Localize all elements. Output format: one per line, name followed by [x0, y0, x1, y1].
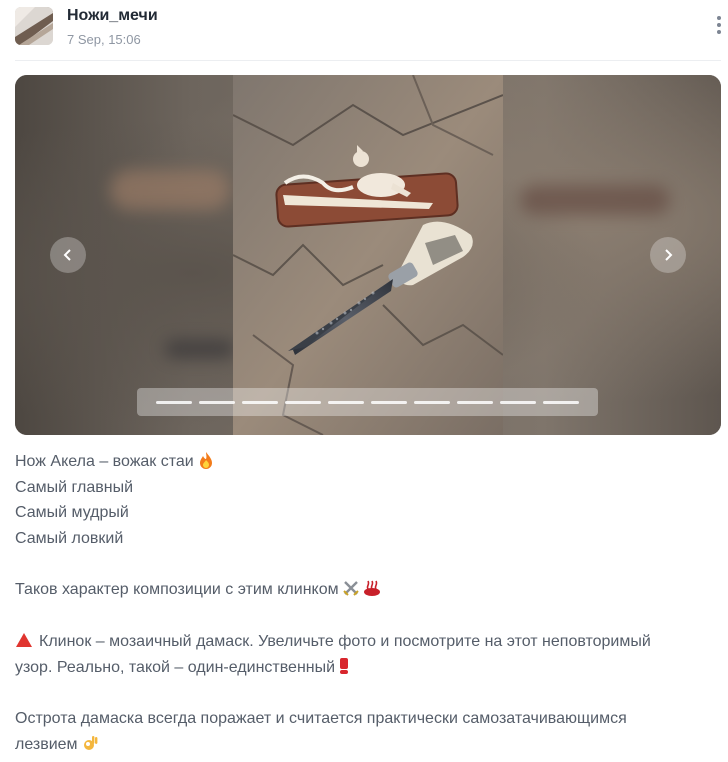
gallery-dot[interactable]: [199, 400, 235, 404]
post-time[interactable]: 7 Sep, 15:06: [67, 32, 141, 47]
chevron-right-icon: [665, 249, 673, 261]
chevron-left-icon: [63, 249, 71, 261]
gallery-dot[interactable]: [371, 400, 407, 404]
post-line: Нож Акела – вожак стаи: [15, 449, 715, 475]
author-name[interactable]: Ножи_мечи: [67, 7, 158, 25]
post-line: лезвием: [15, 732, 715, 758]
blur-shape: [165, 340, 235, 358]
gallery-dot[interactable]: [457, 400, 493, 404]
knife-photo-image: [233, 75, 503, 435]
hot-springs-icon: [363, 581, 380, 597]
fire-icon: [199, 452, 212, 469]
gallery-dot[interactable]: [500, 400, 536, 404]
avatar-image: [15, 7, 53, 45]
post-body: Нож Акела – вожак стаи Самый главный Сам…: [15, 449, 715, 757]
gallery-dot[interactable]: [156, 400, 192, 404]
red-triangle-icon: [16, 632, 32, 647]
crossed-swords-icon: [342, 581, 359, 597]
post-line: Клинок – мозаичный дамаск. Увеличьте фот…: [15, 629, 715, 655]
photo-gallery[interactable]: [15, 75, 721, 435]
gallery-photo[interactable]: [233, 75, 503, 435]
gallery-prev-button[interactable]: [50, 237, 86, 273]
exclamation-icon: [340, 657, 349, 674]
header-divider: [15, 60, 721, 61]
post-line: Таков характер композиции с этим клинком: [15, 577, 715, 603]
ok-hand-icon: [83, 735, 97, 750]
post-line: узор. Реально, такой – один-единственный: [15, 655, 715, 681]
more-vertical-icon[interactable]: [716, 16, 722, 38]
gallery-dot[interactable]: [242, 400, 278, 404]
post-line: Острота дамаска всегда поражает и считае…: [15, 710, 627, 728]
blur-shape: [520, 185, 670, 215]
blur-shape: [110, 170, 230, 210]
post-line: Самый главный: [15, 478, 134, 496]
post-line: Самый ловкий: [15, 529, 124, 547]
gallery-dot[interactable]: [285, 400, 321, 404]
post-line: Самый мудрый: [15, 504, 129, 522]
gallery-dot[interactable]: [414, 400, 450, 404]
gallery-pagination: [137, 388, 598, 416]
avatar[interactable]: [15, 7, 53, 45]
gallery-next-button[interactable]: [650, 237, 686, 273]
gallery-dot[interactable]: [543, 400, 579, 404]
post-header: Ножи_мечи 7 Sep, 15:06: [0, 0, 728, 62]
gallery-dot[interactable]: [328, 400, 364, 404]
